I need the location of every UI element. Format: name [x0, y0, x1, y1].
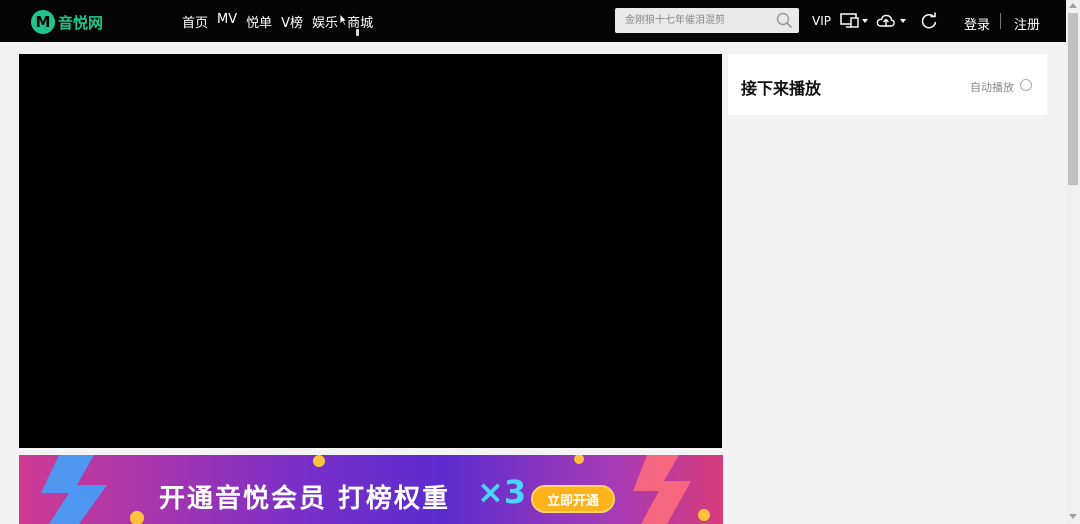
- login-link[interactable]: 登录: [964, 14, 990, 33]
- autoplay-label: 自动播放: [970, 81, 1014, 94]
- search-icon[interactable]: [776, 12, 793, 29]
- nav-entertainment[interactable]: 娱乐: [312, 12, 338, 31]
- banner-join-button[interactable]: 立即开通: [531, 485, 615, 513]
- register-link[interactable]: 注册: [1014, 14, 1040, 33]
- autoplay-toggle[interactable]: [1020, 79, 1032, 91]
- nav-caret: [356, 29, 359, 36]
- header-divider: [1000, 13, 1001, 29]
- monitor-icon[interactable]: [840, 12, 870, 30]
- refresh-icon[interactable]: [920, 12, 938, 30]
- scroll-up-arrow-icon[interactable]: [1069, 3, 1077, 8]
- scroll-thumb[interactable]: [1068, 13, 1078, 185]
- scroll-down-arrow-icon[interactable]: [1069, 514, 1077, 519]
- banner-multiplier: ×3: [477, 473, 527, 511]
- vip-link[interactable]: VIP: [812, 14, 831, 28]
- main-nav: 首页 MV 悦单 V榜 娱乐 商城: [182, 12, 382, 31]
- up-next-panel: 接下来播放 自动播放: [728, 54, 1047, 115]
- top-nav-bar: M 音悦网 首页 MV 悦单 V榜 娱乐 商城 VIP 登录 注: [0, 0, 1066, 42]
- search-input[interactable]: [615, 8, 775, 33]
- page-scrollbar[interactable]: [1066, 0, 1080, 524]
- site-logo[interactable]: M 音悦网: [31, 10, 103, 34]
- logo-text: 音悦网: [58, 13, 104, 32]
- nav-mv[interactable]: MV: [217, 12, 237, 31]
- vip-promo-banner[interactable]: 开通音悦会员 打榜权重 ×3 立即开通: [19, 455, 723, 524]
- search-box: [615, 8, 799, 33]
- video-player[interactable]: [19, 54, 722, 448]
- nav-shop[interactable]: 商城: [347, 12, 373, 31]
- cloud-icon[interactable]: [876, 12, 908, 30]
- logo-mark: M: [31, 10, 55, 34]
- nav-home[interactable]: 首页: [182, 12, 208, 31]
- nav-playlists[interactable]: 悦单: [246, 12, 272, 31]
- up-next-title: 接下来播放: [741, 79, 822, 98]
- banner-headline: 开通音悦会员 打榜权重: [159, 484, 451, 514]
- nav-vchart[interactable]: V榜: [281, 12, 303, 31]
- mouse-cursor-icon: [339, 13, 347, 26]
